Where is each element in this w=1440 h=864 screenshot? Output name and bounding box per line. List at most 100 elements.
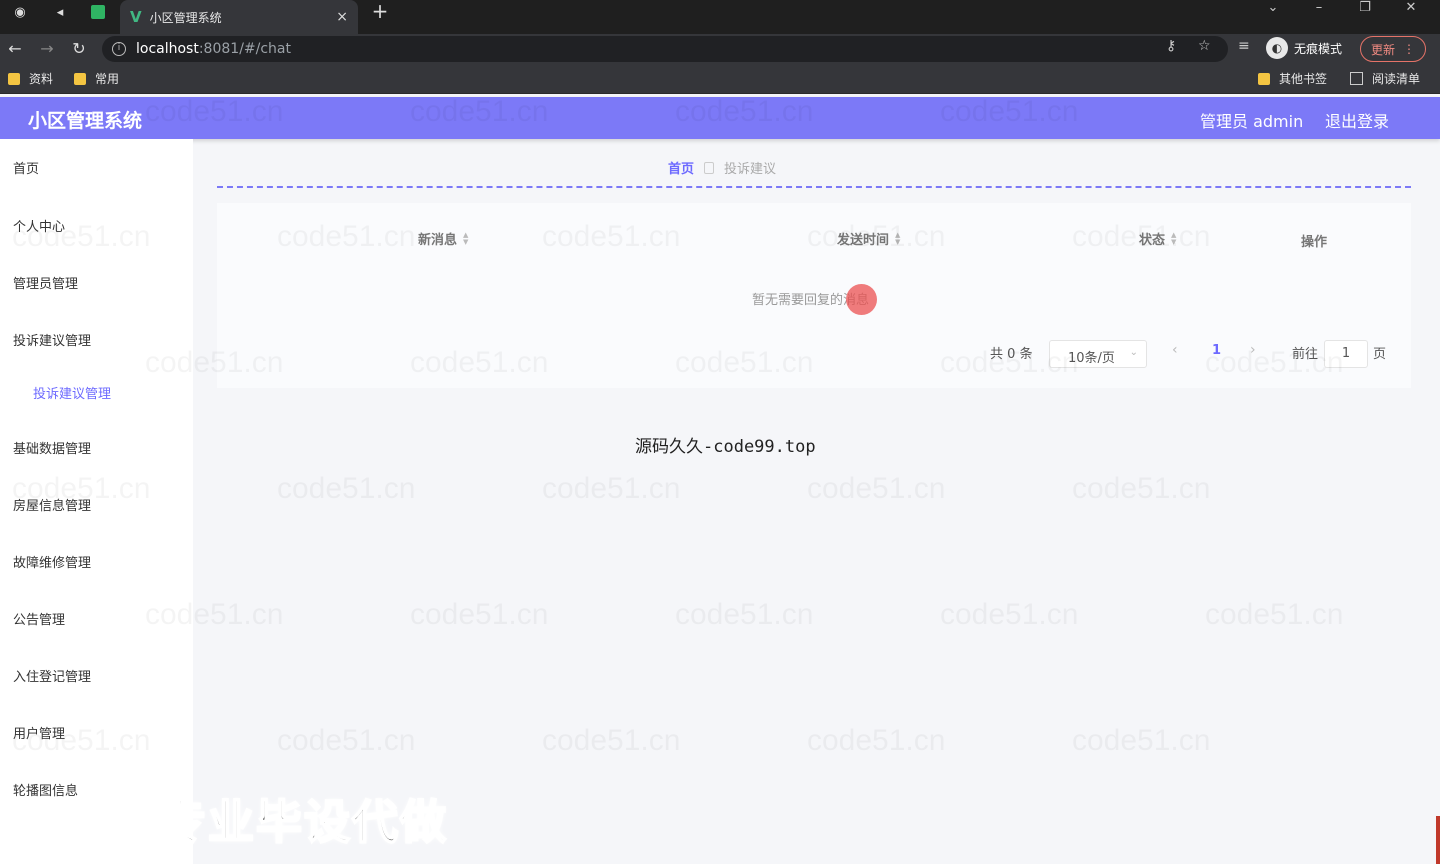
current-user: 管理员 admin (1200, 112, 1304, 131)
watermark: code51.cn (277, 472, 415, 506)
page-suffix: 页 (1373, 347, 1387, 362)
sidebar-subitem-complaints[interactable]: 投诉建议管理 (33, 383, 111, 402)
breadcrumb: 首页 投诉建议 (668, 158, 776, 177)
bookmark-label: 其他书签 (1279, 72, 1328, 86)
close-tab-icon[interactable]: × (336, 9, 348, 25)
watermark: code51.cn (807, 472, 945, 506)
folder-icon (8, 72, 20, 85)
incognito-badge[interactable]: ◐ 无痕模式 (1266, 37, 1342, 59)
sidebar-item-carousel[interactable]: 轮播图信息 (13, 780, 78, 799)
browser-tab-bar: ◉ ◂ V 小区管理系统 × + ⌄ – ❐ ✕ (0, 0, 1440, 34)
other-bookmarks[interactable]: 其他书签 (1258, 70, 1327, 87)
watermark: code51.cn (542, 724, 680, 758)
watermark: code51.cn (1072, 724, 1210, 758)
back-icon[interactable]: ← (4, 38, 26, 60)
reload-icon[interactable]: ↻ (68, 38, 90, 60)
bookmark-folder[interactable]: 常用 (74, 70, 119, 87)
column-label: 发送时间 (837, 233, 890, 248)
breadcrumb-home[interactable]: 首页 (668, 158, 694, 177)
update-label: 更新 (1371, 42, 1396, 57)
watermark: code51.cn (807, 724, 945, 758)
incognito-icon: ◐ (1266, 37, 1288, 59)
page-size-select[interactable]: 10条/页 ⌄ (1049, 340, 1147, 368)
column-label: 状态 (1139, 233, 1166, 248)
url-input[interactable]: i localhost:8081/#/chat (102, 36, 1228, 62)
window-close-icon[interactable]: ✕ (1400, 0, 1422, 18)
goto-page-input[interactable]: 1 (1324, 340, 1368, 368)
column-label: 新消息 (418, 233, 458, 248)
column-header-time[interactable]: 发送时间 ▲ ▼ (837, 229, 900, 248)
breadcrumb-separator-icon (704, 161, 715, 174)
breadcrumb-current: 投诉建议 (724, 162, 777, 177)
url-host: localhost (136, 41, 199, 57)
speaker-icon[interactable]: ◂ (44, 1, 76, 23)
watermark: code51.cn (675, 598, 813, 632)
column-header-status[interactable]: 状态 ▲ ▼ (1139, 229, 1176, 248)
chevron-down-icon: ⌄ (1129, 347, 1138, 358)
sort-icon[interactable]: ▲ ▼ (1171, 231, 1176, 246)
reading-list[interactable]: 阅读清单 (1350, 70, 1420, 87)
divider (217, 186, 1411, 188)
logout-button[interactable]: 退出登录 (1325, 108, 1389, 132)
forward-icon[interactable]: → (36, 38, 58, 60)
watermark: code51.cn (940, 598, 1078, 632)
sidebar-item-checkin[interactable]: 入住登记管理 (13, 666, 91, 685)
sidebar-item-admin[interactable]: 管理员管理 (13, 273, 78, 292)
sidebar-item-housing[interactable]: 房屋信息管理 (13, 495, 91, 514)
watermark: code51.cn (1072, 472, 1210, 506)
sidebar-item-base-data[interactable]: 基础数据管理 (13, 438, 91, 457)
next-page-icon[interactable]: › (1250, 342, 1256, 358)
url-path: :8081/#/chat (198, 41, 291, 57)
sidebar-item-home[interactable]: 首页 (13, 158, 39, 177)
tab-title: 小区管理系统 (149, 10, 222, 25)
bookmarks-bar: 资料 常用 其他书签 阅读清单 (0, 64, 1440, 94)
watermark: code51.cn (542, 472, 680, 506)
app-header: 小区管理系统 管理员 admin 退出登录 (0, 97, 1440, 139)
sidebar-item-profile[interactable]: 个人中心 (13, 216, 65, 235)
folder-icon (1258, 72, 1270, 85)
incognito-label: 无痕模式 (1294, 41, 1343, 56)
page-size-value: 10条/页 (1068, 351, 1115, 366)
bookmark-label: 常用 (95, 72, 120, 86)
sidebar-item-repairs[interactable]: 故障维修管理 (13, 552, 91, 571)
active-tab[interactable]: V 小区管理系统 × (120, 0, 358, 34)
folder-icon (74, 72, 86, 85)
watermark: code51.cn (410, 598, 548, 632)
prev-page-icon[interactable]: ‹ (1172, 342, 1178, 358)
sidebar-item-notices[interactable]: 公告管理 (13, 609, 65, 628)
bookmark-folder[interactable]: 资料 (8, 70, 53, 87)
app-title: 小区管理系统 (28, 110, 143, 132)
promo-overlay-text: 专业毕设代做 (159, 794, 448, 850)
watermark: code51.cn (277, 724, 415, 758)
sidebar-item-complaints[interactable]: 投诉建议管理 (13, 330, 91, 349)
site-info-icon[interactable]: i (112, 42, 126, 56)
vue-favicon-icon: V (130, 8, 142, 26)
site-watermark-text: 源码久久-code99.top (635, 437, 816, 457)
sort-icon[interactable]: ▲ ▼ (463, 231, 468, 246)
star-icon[interactable]: ☆ (1198, 38, 1211, 54)
tab-search-icon[interactable]: ⌄ (1262, 0, 1284, 18)
address-bar: ← → ↻ i localhost:8081/#/chat ⚷ ☆ ≡ ◐ 无痕… (0, 34, 1440, 64)
update-button[interactable]: 更新 ⋮ (1360, 36, 1426, 62)
app-tab-icon[interactable] (82, 1, 114, 23)
bookmark-label: 阅读清单 (1372, 72, 1421, 86)
pagination-total: 共 0 条 (990, 347, 1033, 362)
minimize-icon[interactable]: – (1308, 0, 1330, 18)
watermark: code51.cn (1205, 598, 1343, 632)
column-header-actions: 操作 (1301, 231, 1327, 250)
bookmark-label: 资料 (29, 72, 54, 86)
sidebar: 首页 个人中心 管理员管理 投诉建议管理 投诉建议管理 基础数据管理 房屋信息管… (0, 139, 193, 864)
table-card: 新消息 ▲ ▼ 发送时间 ▲ ▼ 状态 ▲ ▼ 操作 暂无需要回复的消息 共 0 条 10条… (217, 203, 1411, 388)
more-menu-icon[interactable]: ⋮ (1403, 42, 1415, 56)
sidebar-item-users[interactable]: 用户管理 (13, 723, 65, 742)
new-tab-button[interactable]: + (368, 0, 392, 24)
page-number[interactable]: 1 (1212, 343, 1221, 358)
key-icon[interactable]: ⚷ (1166, 38, 1176, 54)
globe-icon[interactable]: ◉ (4, 1, 36, 23)
sort-icon[interactable]: ▲ ▼ (895, 231, 900, 246)
edge-scroll-marker (1436, 816, 1440, 864)
column-header-message[interactable]: 新消息 ▲ ▼ (418, 229, 468, 248)
restore-icon[interactable]: ❐ (1354, 0, 1376, 18)
reading-list-icon (1350, 72, 1363, 85)
reading-list-icon[interactable]: ≡ (1238, 38, 1250, 54)
